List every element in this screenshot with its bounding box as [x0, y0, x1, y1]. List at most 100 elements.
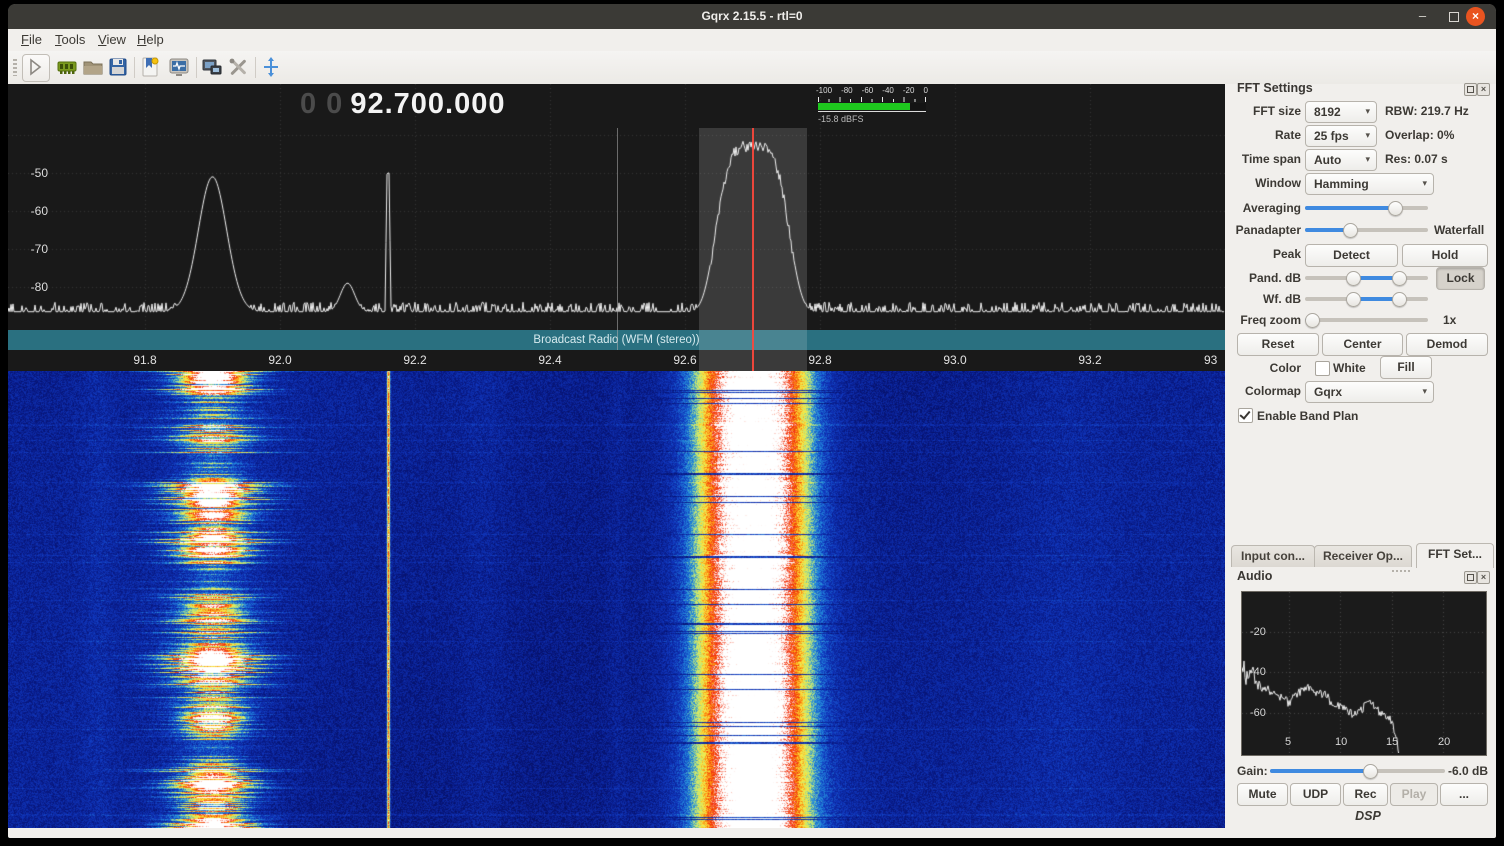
white-checkbox[interactable]	[1315, 361, 1330, 376]
menu-bar: File Tools View Help	[8, 29, 1496, 51]
more-audio-options-button[interactable]: ...	[1440, 783, 1488, 806]
bookmarks-icon[interactable]	[139, 56, 161, 78]
window-title: Gqrx 2.15.5 - rtl=0	[8, 4, 1496, 29]
enable-band-plan-checkbox[interactable]	[1238, 408, 1253, 423]
minimize-button[interactable]: –	[1413, 7, 1432, 26]
center-button[interactable]: Center	[1322, 333, 1403, 356]
time-span-select[interactable]: Auto ▾	[1305, 149, 1377, 171]
window-fn-select[interactable]: Hamming ▾	[1305, 173, 1434, 195]
wf-db-min-handle[interactable]	[1346, 292, 1361, 307]
time-span-label: Time span	[1223, 149, 1301, 169]
tab-fft-settings[interactable]: FFT Set...	[1416, 543, 1494, 568]
close-button[interactable]: ×	[1466, 7, 1485, 26]
waterfall-canvas[interactable]	[8, 371, 1225, 828]
frequency-axis[interactable]: 91.8 92.0 92.2 92.4 92.6 92.8 93.0 93.2 …	[8, 350, 1225, 371]
freq-tick-label: 92.2	[393, 350, 437, 371]
tuned-frequency-line[interactable]	[752, 128, 754, 371]
dock-drag-dots[interactable]	[1392, 570, 1410, 572]
dropdown-arrow-icon: ▾	[1365, 150, 1370, 170]
meter-ticks	[818, 97, 926, 102]
fft-size-select[interactable]: 8192 ▾	[1305, 101, 1377, 123]
window-fn-label: Window	[1223, 173, 1301, 193]
rate-select[interactable]: 25 fps ▾	[1305, 125, 1377, 147]
pand-db-range-slider[interactable]	[1305, 276, 1428, 280]
toolbar-separator	[196, 57, 197, 78]
window-fn-value: Hamming	[1314, 174, 1369, 194]
audio-khz-label: 15	[1386, 736, 1398, 748]
wf-db-max-handle[interactable]	[1392, 292, 1407, 307]
colormap-select[interactable]: Gqrx ▾	[1305, 381, 1434, 403]
db-axis-label: -70	[14, 241, 48, 257]
udp-button[interactable]: UDP	[1290, 783, 1341, 806]
menu-view[interactable]: View	[93, 29, 131, 51]
frequency-digits[interactable]: 92.700.000	[350, 88, 505, 120]
title-bar[interactable]: Gqrx 2.15.5 - rtl=0 – ×	[8, 4, 1496, 29]
menu-help[interactable]: Help	[132, 29, 169, 51]
gain-slider[interactable]	[1270, 769, 1445, 773]
save-settings-icon[interactable]	[107, 56, 129, 78]
pand-db-max-handle[interactable]	[1392, 271, 1407, 286]
fill-button[interactable]: Fill	[1380, 356, 1432, 379]
mute-button[interactable]: Mute	[1237, 783, 1288, 806]
db-axis-label: -80	[14, 279, 48, 295]
gqrx-app: Gqrx 2.15.5 - rtl=0 – × File Tools View …	[0, 0, 1504, 846]
pand-db-min-handle[interactable]	[1346, 271, 1361, 286]
start-dsp-button[interactable]	[22, 54, 50, 82]
peak-detect-button[interactable]: Detect	[1305, 244, 1398, 267]
averaging-slider-handle[interactable]	[1388, 201, 1403, 216]
io-devices-icon[interactable]	[56, 56, 78, 78]
res-text: Res: 0.07 s	[1385, 149, 1448, 169]
meter-tick-label: -20	[903, 86, 915, 96]
close-panel-icon[interactable]: ×	[1477, 571, 1490, 584]
db-axis-label: -50	[14, 165, 48, 181]
tools-icon[interactable]	[227, 56, 249, 78]
meter-bar	[818, 103, 926, 110]
dropdown-arrow-icon: ▾	[1422, 382, 1427, 402]
float-panel-icon[interactable]	[1464, 83, 1477, 96]
audio-panel-title: Audio	[1237, 569, 1272, 583]
toolbar-grip[interactable]	[13, 59, 17, 76]
dsp-scope-icon[interactable]	[168, 56, 190, 78]
audio-khz-label: 10	[1335, 736, 1347, 748]
play-button[interactable]: Play	[1390, 783, 1438, 806]
float-panel-icon[interactable]	[1464, 571, 1477, 584]
maximize-button[interactable]	[1449, 12, 1459, 22]
audio-db-label: -60	[1250, 707, 1266, 719]
meter-tick-label: -80	[841, 86, 853, 96]
audio-db-label: -20	[1250, 626, 1266, 638]
rec-button[interactable]: Rec	[1343, 783, 1388, 806]
freq-zoom-slider[interactable]	[1305, 318, 1428, 322]
freq-tick-label: 93.0	[933, 350, 977, 371]
fft-size-label: FFT size	[1223, 101, 1301, 121]
frequency-display[interactable]: 0 092.700.000	[300, 86, 505, 122]
menu-tools[interactable]: Tools	[50, 29, 90, 51]
wf-db-range-slider[interactable]	[1305, 297, 1428, 301]
gain-slider-handle[interactable]	[1363, 764, 1378, 779]
pan-move-icon[interactable]	[260, 56, 282, 78]
tab-input-controls[interactable]: Input con...	[1231, 545, 1315, 567]
averaging-slider[interactable]	[1305, 206, 1428, 210]
overlap-text: Overlap: 0%	[1385, 125, 1454, 145]
dropdown-arrow-icon: ▾	[1365, 126, 1370, 146]
pand-db-lock-button[interactable]: Lock	[1436, 267, 1485, 290]
audio-fft-canvas[interactable]	[1242, 592, 1484, 753]
freq-zoom-handle[interactable]	[1305, 313, 1320, 328]
toolbar-separator	[255, 57, 256, 78]
audio-fft-plot[interactable]: -20 -40 -60 5 10 15 20	[1241, 591, 1487, 756]
menu-file[interactable]: File	[16, 29, 47, 51]
pan-wf-split-slider[interactable]	[1305, 228, 1428, 232]
remote-control-icon[interactable]	[201, 56, 223, 78]
averaging-label: Averaging	[1223, 198, 1301, 218]
wf-db-label: Wf. dB	[1223, 289, 1301, 309]
toolbar-separator	[134, 57, 135, 78]
peak-label: Peak	[1223, 244, 1301, 264]
dropdown-arrow-icon: ▾	[1365, 102, 1370, 122]
pan-wf-split-handle[interactable]	[1343, 223, 1358, 238]
peak-hold-button[interactable]: Hold	[1402, 244, 1488, 267]
tab-receiver-options[interactable]: Receiver Op...	[1314, 545, 1412, 567]
reset-button[interactable]: Reset	[1237, 333, 1319, 356]
main-window: Gqrx 2.15.5 - rtl=0 – × File Tools View …	[8, 4, 1496, 838]
demod-button[interactable]: Demod	[1406, 333, 1488, 356]
close-panel-icon[interactable]: ×	[1477, 83, 1490, 96]
load-settings-folder-icon[interactable]	[82, 56, 104, 78]
